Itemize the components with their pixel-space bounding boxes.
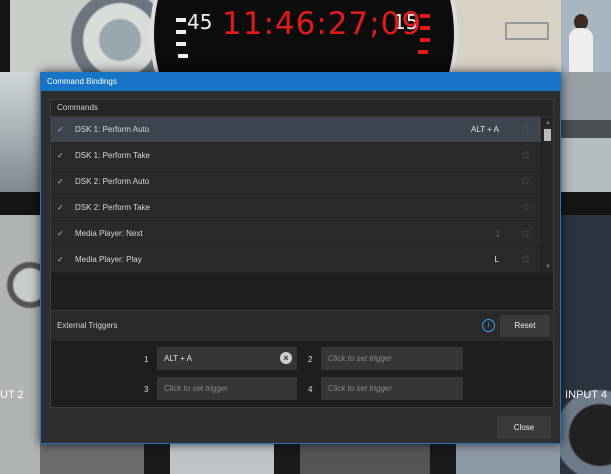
trigger-slot-3[interactable]: Click to set trigger [157, 377, 297, 400]
commands-panel: Commands ✓ DSK 1: Perform Auto ALT + A ☆… [50, 99, 554, 313]
reset-button[interactable]: Reset [500, 315, 550, 337]
video-tile-bottom-strip [40, 444, 560, 474]
command-label: Media Player: Next [75, 229, 143, 238]
clock-tick-red [418, 50, 428, 54]
clock-tick [176, 18, 186, 22]
star-icon[interactable]: ☆ [520, 143, 531, 168]
command-row[interactable]: ✓ DSK 2: Perform Take ☆ [51, 195, 541, 221]
command-binding: ; [496, 229, 499, 238]
input-label-right: INPUT 4 [565, 389, 607, 401]
command-row[interactable]: ✓ Media Player: Play L ☆ [51, 247, 541, 273]
check-icon: ✓ [57, 177, 64, 186]
clock-tick [176, 30, 186, 34]
star-icon[interactable]: ☆ [520, 117, 531, 142]
command-binding: ALT + A [471, 125, 499, 134]
command-label: DSK 1: Perform Auto [75, 125, 150, 134]
command-label: DSK 2: Perform Take [75, 203, 150, 212]
command-row[interactable]: ✓ DSK 1: Perform Auto ALT + A ☆ [51, 117, 541, 143]
command-row[interactable]: ✓ DSK 2: Perform Auto ☆ [51, 169, 541, 195]
video-tile-top-right [445, 0, 611, 72]
trigger-slot-placeholder: Click to set trigger [164, 384, 229, 393]
video-tile-top-left [10, 0, 160, 72]
trigger-slot-number: 1 [144, 355, 149, 364]
trigger-slot-number: 2 [308, 355, 313, 364]
clock-tick [176, 42, 186, 46]
commands-list: ✓ DSK 1: Perform Auto ALT + A ☆ ✓ DSK 1:… [51, 117, 541, 273]
shelf [505, 22, 549, 40]
clock-number-left: 45 [187, 10, 213, 34]
star-icon[interactable]: ☆ [520, 221, 531, 246]
trigger-slot-placeholder: Click to set trigger [328, 384, 393, 393]
trigger-slot-value: ALT + A [164, 354, 192, 363]
scroll-down-icon[interactable]: ▼ [545, 264, 551, 270]
command-row[interactable]: ✓ Media Player: Next ; ☆ [51, 221, 541, 247]
clock-time: 11:46:27;09 [222, 6, 423, 42]
dialog-title[interactable]: Command Bindings [41, 73, 560, 91]
command-binding: L [494, 255, 499, 264]
star-icon[interactable]: ☆ [520, 169, 531, 194]
close-button[interactable]: Close [497, 416, 551, 439]
check-icon: ✓ [57, 125, 64, 134]
trigger-slot-2[interactable]: Click to set trigger [321, 347, 463, 370]
check-icon: ✓ [57, 203, 64, 212]
video-tile-bottom-left [0, 215, 40, 474]
command-bindings-dialog: Command Bindings Commands ✓ DSK 1: Perfo… [40, 72, 561, 444]
person-figure [569, 28, 593, 72]
trigger-slot-4[interactable]: Click to set trigger [321, 377, 463, 400]
command-label: Media Player: Play [75, 255, 142, 264]
clear-icon[interactable]: × [280, 352, 292, 364]
scroll-up-icon[interactable]: ▲ [545, 120, 551, 126]
command-label: DSK 1: Perform Take [75, 151, 150, 160]
check-icon: ✓ [57, 255, 64, 264]
video-tile-right [560, 72, 611, 192]
commands-header: Commands [51, 100, 553, 117]
star-icon[interactable]: ☆ [520, 247, 531, 272]
command-row[interactable]: ✓ DSK 1: Perform Take ☆ [51, 143, 541, 169]
external-triggers-panel: External Triggers i Reset 1 ALT + A × 2 … [50, 310, 554, 408]
video-tile-left [0, 72, 40, 192]
video-tile-bottom-right [560, 215, 611, 474]
external-triggers-header: External Triggers i Reset [51, 311, 553, 341]
trigger-slot-number: 3 [144, 385, 149, 394]
info-icon[interactable]: i [482, 319, 495, 332]
commands-scrollbar[interactable]: ▲ ▼ [542, 117, 553, 273]
command-label: DSK 2: Perform Auto [75, 177, 150, 186]
external-triggers-title: External Triggers [57, 321, 118, 330]
check-icon: ✓ [57, 229, 64, 238]
input-label-left: UT 2 [0, 389, 24, 401]
trigger-slot-number: 4 [308, 385, 313, 394]
check-icon: ✓ [57, 151, 64, 160]
trigger-slot-placeholder: Click to set trigger [328, 354, 393, 363]
clock-tick [178, 54, 188, 58]
scrollbar-thumb[interactable] [544, 129, 551, 141]
trigger-slot-1[interactable]: ALT + A × [157, 347, 297, 370]
star-icon[interactable]: ☆ [520, 195, 531, 220]
